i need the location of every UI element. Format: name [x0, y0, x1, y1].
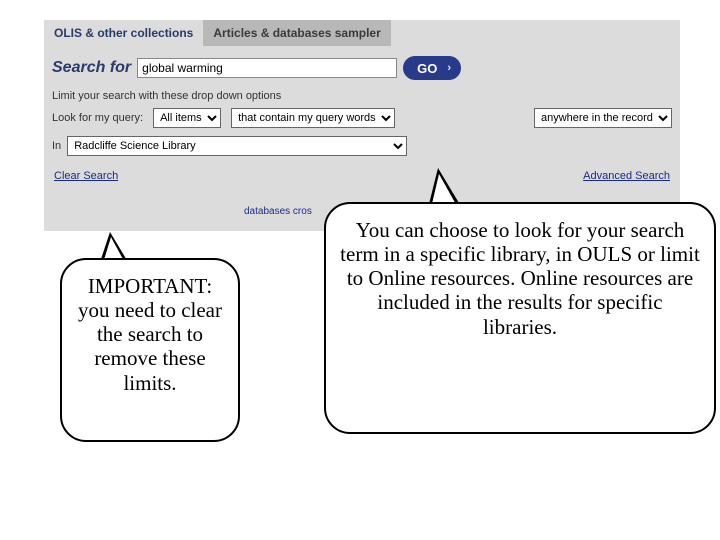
search-label: Search for	[52, 59, 131, 77]
limit-instructions: Limit your search with these drop down o…	[44, 86, 680, 104]
select-match-mode[interactable]: that contain my query words	[231, 108, 395, 128]
callout-clear-tip: IMPORTANT: you need to clear the search …	[60, 258, 240, 442]
search-input[interactable]	[137, 58, 397, 78]
go-button-label: GO	[417, 61, 437, 76]
look-for-label: Look for my query:	[52, 112, 143, 124]
search-row: Search for GO ›	[44, 46, 680, 86]
select-library[interactable]: Radcliffe Science Library	[67, 136, 407, 156]
search-panel: OLIS & other collections Articles & data…	[44, 20, 680, 231]
callout-text: You can choose to look for your search t…	[340, 218, 700, 339]
query-options-row: Look for my query: All items that contai…	[44, 104, 680, 132]
location-row: In Radcliffe Science Library	[44, 132, 680, 162]
callout-library-tip: You can choose to look for your search t…	[324, 202, 716, 434]
tab-articles[interactable]: Articles & databases sampler	[203, 20, 390, 46]
tab-olis[interactable]: OLIS & other collections	[44, 20, 203, 46]
in-label: In	[52, 140, 61, 152]
callout-text: IMPORTANT: you need to clear the search …	[78, 274, 222, 395]
go-button[interactable]: GO ›	[403, 56, 461, 80]
clear-search-link[interactable]: Clear Search	[54, 170, 118, 182]
links-row: Clear Search Advanced Search	[44, 162, 680, 186]
chevron-right-icon: ›	[447, 62, 451, 74]
select-search-scope[interactable]: anywhere in the record	[534, 108, 672, 128]
advanced-search-link[interactable]: Advanced Search	[583, 170, 670, 182]
select-item-type[interactable]: All items	[153, 108, 221, 128]
tab-bar: OLIS & other collections Articles & data…	[44, 20, 680, 46]
